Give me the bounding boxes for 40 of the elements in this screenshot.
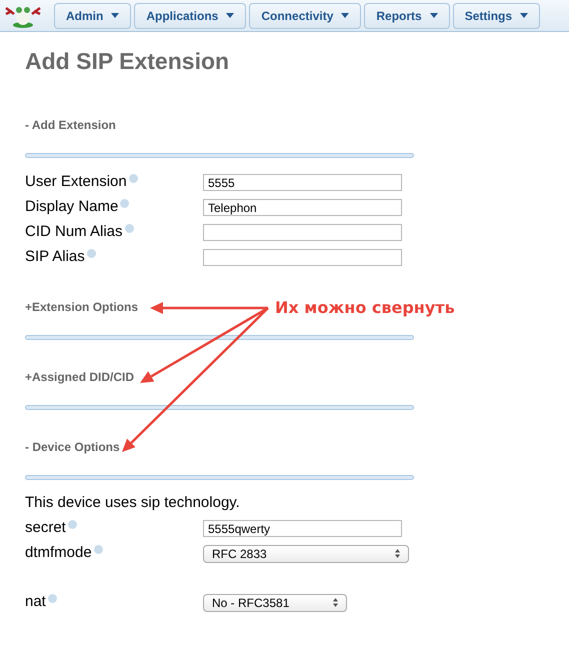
- text-field[interactable]: Telephon: [203, 199, 402, 216]
- section-toggle[interactable]: +Extension Options: [25, 298, 138, 316]
- nav-menu-button[interactable]: Reports: [364, 2, 450, 28]
- help-icon[interactable]: [68, 520, 77, 529]
- section-note: This device uses sip technology.: [25, 493, 241, 513]
- text-field[interactable]: [203, 249, 402, 266]
- field-label: CID Num Alias: [25, 222, 123, 242]
- page-title: Add SIP Extension: [25, 47, 230, 76]
- help-icon[interactable]: [120, 199, 130, 208]
- caret-icon: [226, 13, 234, 18]
- help-icon[interactable]: [94, 545, 103, 554]
- text-field[interactable]: [203, 224, 402, 241]
- field-label: secret: [25, 518, 66, 538]
- section-toggle[interactable]: +Assigned DID/CID: [25, 368, 134, 386]
- stepper-icon: [395, 549, 400, 558]
- stepper-icon: [333, 598, 338, 607]
- nav-menu-button[interactable]: Applications: [134, 2, 246, 28]
- field-label: Display Name: [25, 197, 118, 218]
- field-label: dtmfmode: [25, 543, 92, 564]
- help-icon[interactable]: [86, 249, 96, 258]
- select-field[interactable]: RFC 2833: [203, 544, 409, 562]
- annotation-text: Их можно свернуть: [275, 297, 455, 319]
- text-field[interactable]: 5555: [203, 174, 402, 191]
- help-icon[interactable]: [124, 224, 134, 233]
- caret-icon: [520, 13, 528, 18]
- caret-icon: [111, 13, 120, 18]
- section-toggle[interactable]: - Device Options: [25, 438, 120, 456]
- nav-menu-button[interactable]: Admin: [54, 2, 132, 28]
- caret-icon: [430, 13, 438, 18]
- help-icon[interactable]: [48, 594, 57, 603]
- select-field[interactable]: No - RFC3581: [203, 594, 347, 612]
- nav-menu-button[interactable]: Settings: [452, 2, 540, 28]
- nav-menu-button[interactable]: Connectivity: [249, 2, 362, 28]
- help-icon[interactable]: [128, 174, 138, 183]
- section-toggle[interactable]: - Add Extension: [25, 116, 116, 134]
- caret-icon: [341, 13, 350, 18]
- field-label: SIP Alias: [25, 247, 85, 268]
- text-field[interactable]: 5555qwerty: [203, 520, 402, 537]
- field-label: nat: [25, 592, 46, 612]
- field-label: User Extension: [25, 172, 127, 192]
